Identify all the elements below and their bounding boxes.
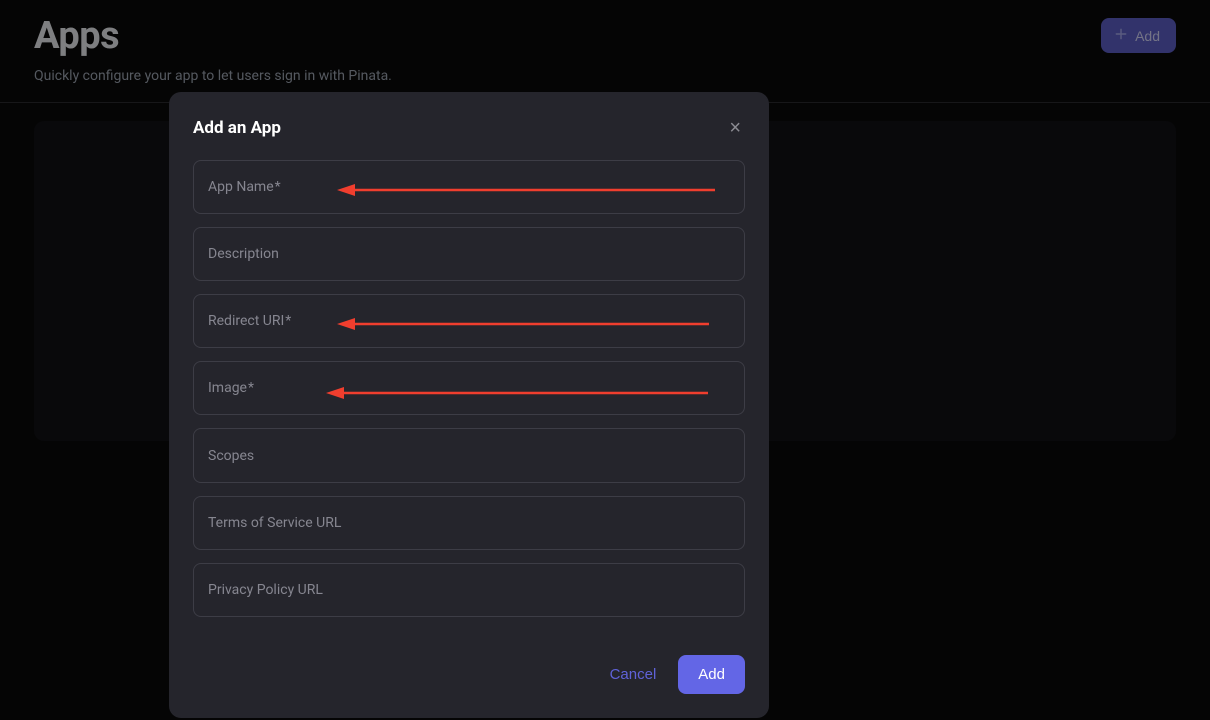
page-header-top: Apps Add: [34, 14, 1176, 58]
scopes-field[interactable]: Scopes: [193, 428, 745, 483]
cancel-button[interactable]: Cancel: [610, 666, 657, 683]
description-input[interactable]: [194, 228, 744, 280]
close-icon: ×: [729, 117, 741, 139]
terms-of-service-field[interactable]: Terms of Service URL: [193, 496, 745, 550]
app-name-field[interactable]: App Name*: [193, 160, 745, 214]
close-button[interactable]: ×: [725, 114, 745, 142]
add-button[interactable]: Add: [1101, 18, 1176, 53]
privacy-policy-field[interactable]: Privacy Policy URL: [193, 563, 745, 617]
image-field[interactable]: Image*: [193, 361, 745, 415]
redirect-uri-input[interactable]: [194, 295, 744, 347]
privacy-policy-input[interactable]: [194, 564, 744, 616]
add-button-label: Add: [1135, 28, 1160, 44]
app-name-input[interactable]: [194, 161, 744, 213]
modal-title: Add an App: [193, 118, 281, 138]
modal-body: App Name* Description Redirect URI* Imag…: [193, 160, 745, 617]
page-subtitle: Quickly configure your app to let users …: [34, 68, 1176, 84]
plus-icon: [1113, 26, 1129, 45]
page-header: Apps Add Quickly configure your app to l…: [0, 0, 1210, 84]
terms-of-service-input[interactable]: [194, 497, 744, 549]
page-title: Apps: [34, 14, 119, 58]
submit-button[interactable]: Add: [678, 655, 745, 694]
scopes-input[interactable]: [194, 429, 744, 482]
redirect-uri-field[interactable]: Redirect URI*: [193, 294, 745, 348]
add-app-modal: Add an App × App Name* Description Redir…: [169, 92, 769, 718]
image-input[interactable]: [194, 362, 744, 414]
modal-footer: Cancel Add: [193, 655, 745, 694]
description-field[interactable]: Description: [193, 227, 745, 281]
modal-header: Add an App ×: [193, 114, 745, 142]
